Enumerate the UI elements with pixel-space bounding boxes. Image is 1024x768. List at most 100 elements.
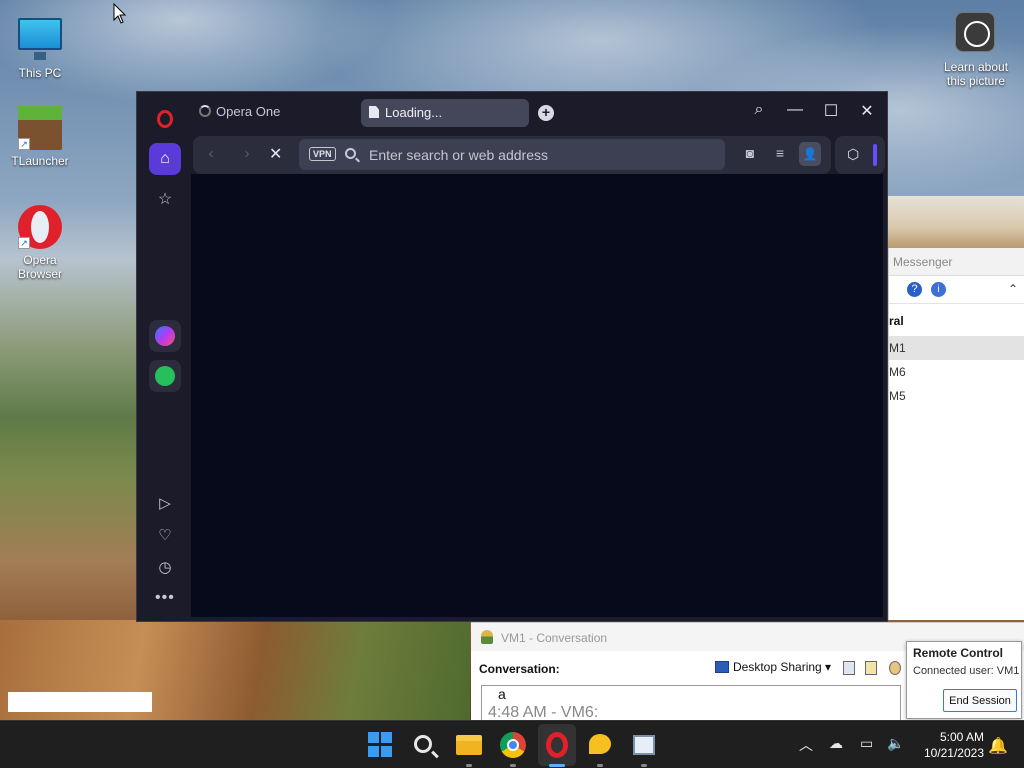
wallpaper-town xyxy=(888,196,1024,248)
whatsapp-icon[interactable] xyxy=(149,360,181,392)
messenger-title: Messenger xyxy=(889,248,1024,276)
clock-time: 5:00 AM xyxy=(939,730,984,744)
running-indicator xyxy=(466,764,472,767)
desktop-icon-tlauncher[interactable]: ↗ TLauncher xyxy=(0,106,80,168)
browser-tab[interactable]: Loading... xyxy=(361,99,529,127)
remote-control-popup: Remote Control Connected user: VM1 End S… xyxy=(906,641,1022,719)
workspace-name: Opera One xyxy=(216,104,281,119)
extensions-cube-icon[interactable]: ⬡ xyxy=(847,146,859,163)
remote-control-title: Remote Control xyxy=(913,646,1003,660)
workspace-label[interactable]: Opera One xyxy=(199,104,280,119)
notification-bell-icon[interactable]: 🔔 xyxy=(988,736,1008,756)
nav-panel: ‹ › ✕ VPN ◙ ≡ 👤 xyxy=(193,136,831,174)
new-tab-button[interactable]: + xyxy=(538,105,554,121)
connected-user-label: Connected user: VM1 xyxy=(913,665,1020,677)
running-indicator xyxy=(597,764,603,767)
desktop-sharing-icon xyxy=(715,661,729,673)
end-session-button[interactable]: End Session xyxy=(943,689,1017,712)
minimize-button[interactable]: — xyxy=(785,101,805,119)
chevron-up-icon[interactable]: ︿ xyxy=(799,735,813,755)
conversation-label: Conversation: xyxy=(479,662,560,676)
address-bar[interactable]: VPN xyxy=(299,139,725,170)
opera-logo-icon: ↗ xyxy=(18,205,62,249)
desktop-icon-label: This PC xyxy=(18,66,62,80)
back-button[interactable]: ‹ xyxy=(203,145,219,162)
opera-sidebar: ⌂ ☆ ▷ ♡ ◷ ••• xyxy=(137,92,191,621)
help-icon[interactable]: ? xyxy=(907,282,922,297)
message-text: a xyxy=(498,686,506,702)
maximize-button[interactable]: ☐ xyxy=(821,101,841,121)
notes-icon[interactable] xyxy=(843,661,855,675)
loading-spinner-icon xyxy=(199,105,211,117)
system-clock[interactable]: 5:00 AM 10/21/2023 xyxy=(918,729,984,761)
page-icon xyxy=(369,106,379,118)
messenger-toolbar: ? i ⌃ xyxy=(889,276,1024,304)
desktop-icon-opera[interactable]: ↗ Opera Browser xyxy=(0,205,80,281)
contact-item[interactable]: M1 xyxy=(889,336,1024,360)
contact-item[interactable]: M5 xyxy=(889,384,1024,408)
settings-gear-icon[interactable] xyxy=(889,661,901,675)
start-windows-icon[interactable] xyxy=(368,732,394,758)
more-dots-icon[interactable]: ••• xyxy=(155,589,175,607)
messenger-chat-icon[interactable] xyxy=(589,734,611,754)
conversation-title: VM1 - Conversation xyxy=(501,631,608,645)
home-icon[interactable]: ⌂ xyxy=(149,143,181,175)
desktop-icon-this-pc[interactable]: This PC xyxy=(0,12,80,80)
network-icon[interactable]: ▭ xyxy=(860,735,873,752)
shortcut-arrow-icon: ↗ xyxy=(18,138,30,150)
user-icon xyxy=(481,630,493,644)
profile-icon[interactable]: 👤 xyxy=(799,142,821,166)
opera-tabbar: Opera One Loading... + ⌕ — ☐ ✕ xyxy=(191,92,887,132)
close-button[interactable]: ✕ xyxy=(857,101,877,121)
sidebar-accent-bar xyxy=(873,144,877,166)
heart-icon[interactable]: ♡ xyxy=(155,526,175,544)
tab-title: Loading... xyxy=(385,105,443,120)
desktop-sharing-dropdown[interactable]: Desktop Sharing ▾ xyxy=(715,660,831,674)
chevron-up-icon[interactable]: ⌃ xyxy=(1008,282,1018,296)
learn-about-picture-icon[interactable] xyxy=(955,12,995,52)
opera-menu-icon[interactable] xyxy=(157,110,173,128)
page-viewport[interactable] xyxy=(191,174,883,617)
address-input[interactable] xyxy=(369,146,709,164)
conversation-history: a 4:48 AM - VM6: xyxy=(481,685,901,721)
volume-muted-icon[interactable]: 🔈 xyxy=(887,735,904,752)
forward-button[interactable]: › xyxy=(239,145,255,162)
history-clock-icon[interactable]: ◷ xyxy=(155,558,175,576)
info-icon[interactable]: i xyxy=(931,282,946,297)
shortcut-arrow-icon: ↗ xyxy=(18,237,30,249)
clock-date: 10/21/2023 xyxy=(923,746,984,760)
learn-about-picture-label[interactable]: Learn about this picture xyxy=(936,60,1016,88)
computer-icon xyxy=(18,18,62,60)
easy-setup-icon[interactable]: ≡ xyxy=(771,145,789,161)
desktop-icon-label: TLauncher xyxy=(11,154,69,168)
messenger-window: Messenger ? i ⌃ ral M1 M6 M5 xyxy=(888,248,1024,620)
desktop-sharing-label: Desktop Sharing xyxy=(733,660,822,674)
running-indicator-active xyxy=(549,764,565,767)
address-toolbar: ‹ › ✕ VPN ◙ ≡ 👤 ⬡ xyxy=(191,134,887,174)
opera-window: ⌂ ☆ ▷ ♡ ◷ ••• Opera One Loading... + ⌕ —… xyxy=(136,91,888,622)
opera-taskbar-icon[interactable] xyxy=(546,732,568,758)
running-indicator xyxy=(510,764,516,767)
extensions-panel: ⬡ xyxy=(835,136,885,174)
search-tabs-icon[interactable]: ⌕ xyxy=(749,101,769,119)
blank-white-box xyxy=(8,692,152,712)
camera-snapshot-icon[interactable]: ◙ xyxy=(741,145,759,161)
onedrive-icon[interactable]: ☁ xyxy=(829,735,843,752)
search-icon xyxy=(345,148,356,159)
contact-item[interactable]: M6 xyxy=(889,360,1024,384)
desktop-icon-label: Opera Browser xyxy=(17,253,62,281)
file-explorer-icon[interactable] xyxy=(456,735,482,755)
search-icon[interactable] xyxy=(414,735,432,753)
stop-loading-button[interactable]: ✕ xyxy=(269,144,282,164)
player-icon[interactable]: ▷ xyxy=(155,494,175,512)
minecraft-block-icon: ↗ xyxy=(18,106,62,150)
vpn-badge[interactable]: VPN xyxy=(309,147,336,161)
contact-group-header[interactable]: ral xyxy=(889,304,1024,336)
file-transfer-icon[interactable] xyxy=(865,661,877,675)
star-icon[interactable]: ☆ xyxy=(149,183,181,215)
messenger-icon[interactable] xyxy=(149,320,181,352)
app-window-icon[interactable] xyxy=(633,735,655,755)
chrome-icon[interactable] xyxy=(500,732,526,758)
taskbar: ︿ ☁ ▭ 🔈 5:00 AM 10/21/2023 🔔 xyxy=(0,720,1024,768)
running-indicator xyxy=(641,764,647,767)
